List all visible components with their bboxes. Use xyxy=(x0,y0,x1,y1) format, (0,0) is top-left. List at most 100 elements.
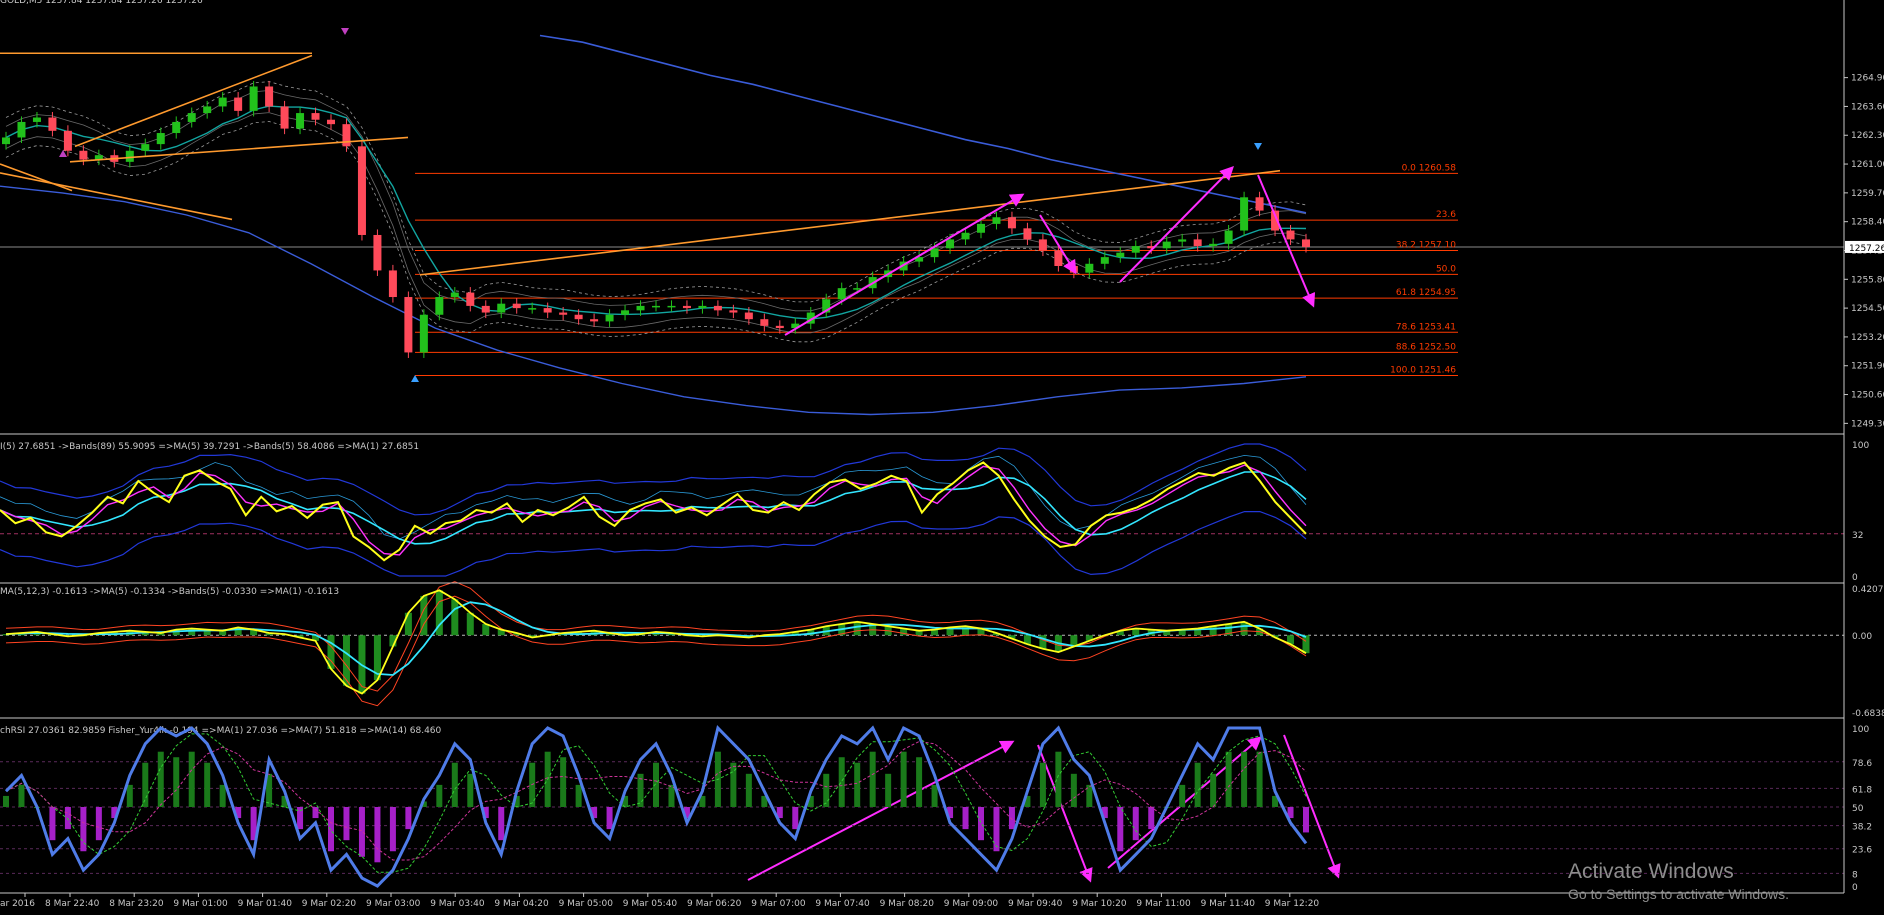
candle-body xyxy=(667,305,676,308)
candle-body xyxy=(265,86,274,107)
price-tick-label: 1258.40 xyxy=(1851,218,1884,228)
stoch-hist-bar xyxy=(389,807,396,852)
stoch-hist-bar xyxy=(993,807,1000,852)
macd-header: MA(5,12,3) -0.1613 ->MA(5) -0.1334 ->Ban… xyxy=(0,587,339,597)
stoch-hist-bar xyxy=(560,757,567,807)
time-tick-label: 9 Mar 09:00 xyxy=(944,899,999,909)
candle-body xyxy=(1255,197,1264,211)
stoch-hist-bar xyxy=(1179,784,1186,807)
time-tick-label: 9 Mar 12:20 xyxy=(1265,899,1320,909)
macd-hist-bar xyxy=(342,635,350,686)
stoch-hist-bar xyxy=(498,807,505,841)
stoch-hist-bar xyxy=(1132,807,1139,841)
price-tick-label: 1255.80 xyxy=(1851,275,1884,285)
candle-body xyxy=(1209,243,1218,247)
price-tick-label: 1262.30 xyxy=(1851,131,1884,141)
activation-watermark-subtitle: Go to Settings to activate Windows. xyxy=(1568,886,1789,902)
stoch-hist-bar xyxy=(823,773,830,807)
fractal-up-arrow xyxy=(411,375,419,382)
candle-body xyxy=(404,297,413,353)
fib-level-label: 61.8 1254.95 xyxy=(1396,288,1456,298)
stoch-hist-bar xyxy=(1055,751,1062,807)
candle-body xyxy=(79,150,88,160)
time-tick-label: 9 Mar 08:20 xyxy=(880,899,935,909)
time-tick-label: 9 Mar 03:00 xyxy=(366,899,421,909)
candle-body xyxy=(63,130,72,151)
candle-body xyxy=(172,121,181,134)
candle-body xyxy=(574,314,583,320)
trendline-wedge xyxy=(419,169,1281,276)
stoch-tick-label: 23.6 xyxy=(1852,846,1872,856)
candle-body xyxy=(605,314,614,322)
arrow-stoch-up-1 xyxy=(747,740,1015,881)
stoch-hist-bar xyxy=(142,762,149,807)
stoch-hist-bar xyxy=(436,784,443,807)
candle-body xyxy=(234,97,243,111)
fractal-down-arrow-2 xyxy=(341,28,349,35)
stoch-hist-bar xyxy=(606,807,613,830)
candle-body xyxy=(1302,239,1310,247)
price-tick-label: 1249.30 xyxy=(1851,419,1884,429)
time-tick-label: 9 Mar 06:20 xyxy=(687,899,742,909)
stoch-hist-bar xyxy=(916,757,923,807)
candle-body xyxy=(48,117,57,131)
fib-level-label: 88.6 1252.50 xyxy=(1396,342,1456,352)
stoch-hist-bar xyxy=(1225,751,1232,807)
time-tick-label: 9 Mar 09:40 xyxy=(1008,899,1063,909)
stoch-hist-bar xyxy=(1039,762,1046,807)
time-tick-label: 9 Mar 03:40 xyxy=(430,899,485,909)
stoch-hist-bar xyxy=(900,751,907,807)
price-tick-label: 1259.70 xyxy=(1851,189,1884,199)
time-tick-label: 9 Mar 11:00 xyxy=(1136,899,1191,909)
stoch-hist-bar xyxy=(1210,773,1217,807)
candle-body xyxy=(930,248,939,258)
ma-falling-line xyxy=(539,34,1307,214)
candle-body xyxy=(327,119,335,125)
candle-body xyxy=(249,86,258,111)
candle-body xyxy=(590,319,599,322)
candle-body xyxy=(450,292,459,298)
macd-band-upper xyxy=(5,581,1307,692)
time-tick-label: 9 Mar 07:00 xyxy=(751,899,806,909)
candle-body xyxy=(729,310,738,313)
rsi-header: I(5) 27.6851 ->Bands(89) 55.9095 =>MA(5)… xyxy=(0,442,419,452)
macd-band-lower xyxy=(5,595,1307,707)
time-tick-label: 9 Mar 07:40 xyxy=(815,899,870,909)
stoch-hist-bar xyxy=(358,807,365,857)
candle-body xyxy=(1162,241,1171,249)
macd-hist-bar xyxy=(853,621,861,636)
stoch-hist-bar xyxy=(64,807,71,830)
candle-body xyxy=(775,325,784,329)
stoch-hist-bar xyxy=(188,751,195,807)
stoch-hist-bar xyxy=(1070,773,1077,807)
candle-body xyxy=(1007,217,1016,229)
candle-body xyxy=(636,305,645,311)
candle-body xyxy=(17,121,26,138)
stoch-hist-bar xyxy=(931,784,938,807)
candle-body xyxy=(946,239,955,249)
macd-hist-bar xyxy=(466,612,474,636)
stoch-hist-bar xyxy=(467,773,474,807)
candle-body xyxy=(1085,263,1094,273)
stoch-hist-bar xyxy=(18,784,25,807)
stoch-hist-bar xyxy=(173,757,180,807)
candle-body xyxy=(203,106,212,114)
stoch-hist-bar xyxy=(962,807,969,830)
rsi-tick-label: 0 xyxy=(1852,573,1858,583)
candle-body xyxy=(435,297,444,315)
price-tick-label: 1250.60 xyxy=(1851,391,1884,401)
stoch-hist-bar xyxy=(978,807,984,841)
stoch-hist-bar xyxy=(1148,807,1155,830)
candle-body xyxy=(357,146,366,235)
stoch-hist-bar xyxy=(653,762,659,807)
candle-body xyxy=(187,113,196,122)
candle-body xyxy=(32,117,41,122)
fib-level-label: 78.6 1253.41 xyxy=(1396,322,1456,332)
candle-body xyxy=(466,292,475,306)
candle-body xyxy=(2,137,10,145)
stoch-hist-bar xyxy=(312,807,319,819)
stoch-tick-label: 38.2 xyxy=(1852,823,1872,833)
rsi-ma-cyan xyxy=(0,471,1307,545)
stoch-hist-bar xyxy=(838,757,845,807)
stoch-hist-bar xyxy=(1303,807,1309,833)
